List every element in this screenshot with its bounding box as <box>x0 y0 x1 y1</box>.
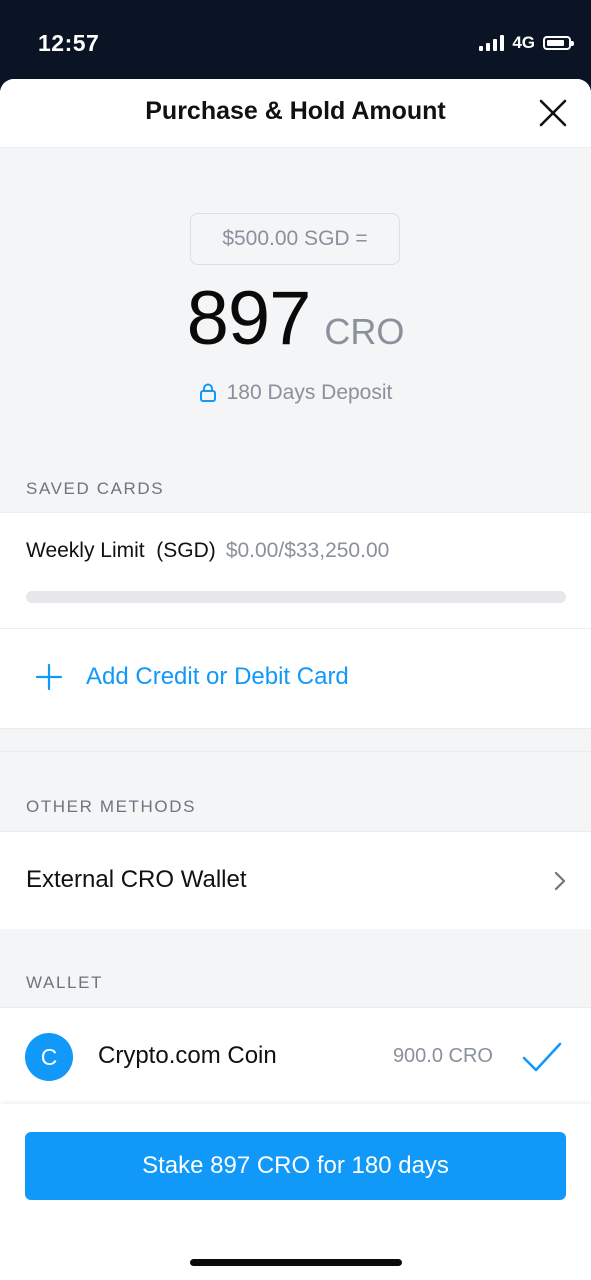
coin-avatar: C <box>25 1033 73 1081</box>
purchase-sheet: Purchase & Hold Amount $500.00 SGD = 897… <box>0 79 591 1280</box>
plus-icon <box>36 664 62 690</box>
close-icon[interactable] <box>535 95 571 131</box>
page-title: Purchase & Hold Amount <box>145 97 446 125</box>
weekly-limit-value: $0.00/$33,250.00 <box>225 539 390 562</box>
crypto-amount: 897 CRO <box>0 275 591 362</box>
fiat-amount-pill[interactable]: $500.00 SGD = <box>190 213 400 265</box>
check-icon <box>522 1042 562 1072</box>
amount-unit: CRO <box>324 311 405 352</box>
deposit-label: 180 Days Deposit <box>226 381 393 404</box>
wallet-coin-row[interactable]: C Crypto.com Coin 900.0 CRO <box>0 1007 591 1118</box>
chevron-right-icon <box>554 871 566 891</box>
status-time: 12:57 <box>38 30 100 56</box>
sheet-header: Purchase & Hold Amount <box>0 79 591 148</box>
stake-button[interactable]: Stake 897 CRO for 180 days <box>25 1132 566 1200</box>
status-indicators: 4G <box>479 33 574 53</box>
status-bar: 12:57 4G <box>0 0 591 80</box>
home-indicator <box>190 1259 402 1266</box>
coin-name: Crypto.com Coin <box>98 1042 277 1069</box>
add-card-label: Add Credit or Debit Card <box>86 663 349 690</box>
external-wallet-row[interactable]: External CRO Wallet <box>0 831 591 929</box>
external-wallet-label: External CRO Wallet <box>26 866 247 893</box>
weekly-limit-progress <box>26 591 566 603</box>
lock-icon <box>199 383 216 402</box>
saved-cards-heading: SAVED CARDS <box>26 479 165 498</box>
weekly-limit-label: Weekly Limit (SGD) <box>26 539 216 562</box>
deposit-term: 180 Days Deposit <box>0 381 591 405</box>
bottom-action-bar: Stake 897 CRO for 180 days <box>0 1104 591 1280</box>
coin-balance: 900.0 CRO <box>392 1045 493 1067</box>
amount-value: 897 <box>186 276 312 361</box>
add-card-button[interactable]: Add Credit or Debit Card <box>0 629 591 725</box>
wallet-heading: WALLET <box>26 973 103 992</box>
weekly-limit: Weekly Limit (SGD) $0.00/$33,250.00 <box>26 539 389 563</box>
battery-icon <box>543 36 574 50</box>
saved-cards-section: Weekly Limit (SGD) $0.00/$33,250.00 Add C… <box>0 512 591 729</box>
network-type: 4G <box>512 33 535 52</box>
signal-icon <box>479 35 505 51</box>
other-methods-heading: OTHER METHODS <box>26 797 197 816</box>
section-divider <box>0 751 591 752</box>
